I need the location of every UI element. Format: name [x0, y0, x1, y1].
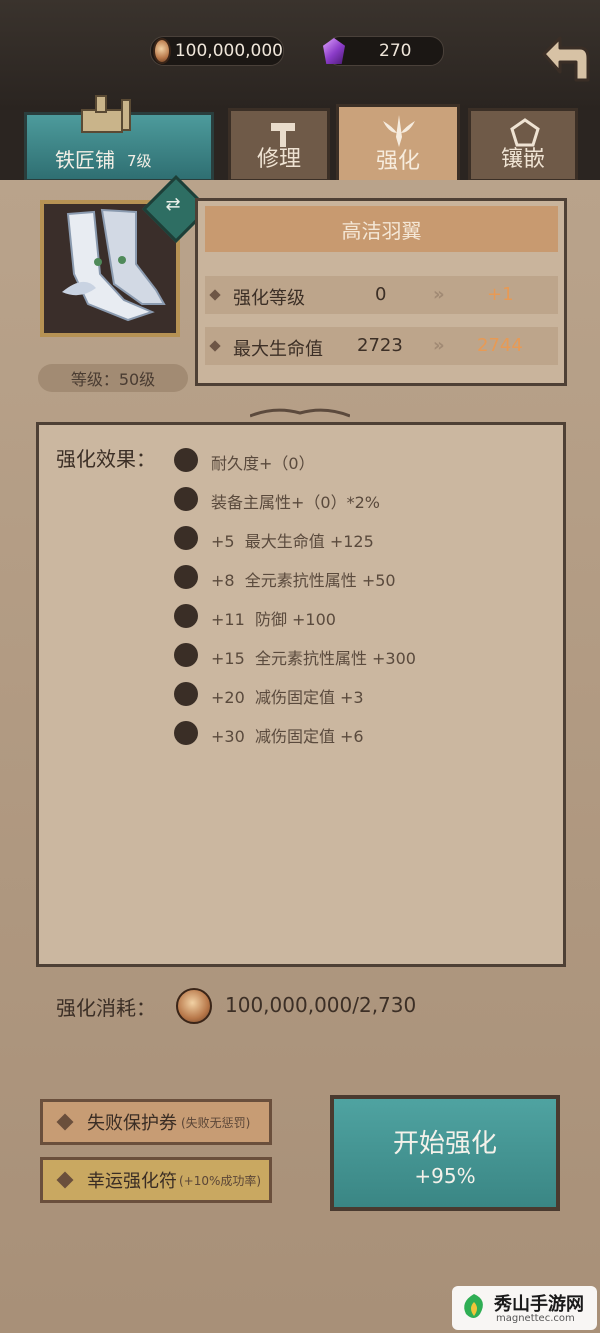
- swap-icon: ⇄: [165, 194, 181, 215]
- effect-text: 装备主属性+（0）*2%: [211, 493, 380, 512]
- item-name: 高洁羽翼: [205, 206, 558, 252]
- protection-ticket-button[interactable]: 失败保护券 (失败无惩罚): [40, 1099, 272, 1145]
- bullet-icon: [209, 289, 221, 301]
- bullet-icon: [209, 340, 221, 352]
- winged-sword-icon: [383, 115, 415, 147]
- blacksmith-title: 铁匠铺: [55, 148, 115, 172]
- ornament-divider: [249, 404, 351, 422]
- gem-socket-icon: [510, 118, 540, 147]
- diamond-icon: [56, 1171, 74, 1189]
- hammer-icon: [271, 123, 295, 147]
- tab-repair[interactable]: 修理: [228, 108, 330, 182]
- back-arrow-icon: [542, 36, 590, 82]
- cost-value: 100,000,000/2,730: [225, 993, 417, 1017]
- arrow-icon: »: [433, 335, 445, 356]
- anvil-icon: [60, 92, 150, 142]
- luck-charm-button[interactable]: 幸运强化符 (+10%成功率): [40, 1157, 272, 1203]
- effect-text: +8 全元素抗性属性 +50: [211, 571, 396, 590]
- effect-dot-icon: [174, 487, 198, 511]
- coin-icon: [176, 988, 212, 1024]
- tab-enhance[interactable]: 强化: [336, 104, 460, 184]
- stat-next: 2744: [477, 335, 523, 356]
- luck-charm-label: 幸运强化符: [87, 1171, 177, 1192]
- stat-label: 最大生命值: [233, 339, 323, 360]
- effect-text: 耐久度+（0）: [211, 454, 315, 473]
- stat-current: 0: [375, 284, 387, 305]
- coin-icon: [153, 38, 171, 64]
- effect-dot-icon: [174, 682, 198, 706]
- stat-row-enhance-level: 强化等级 0 » +1: [205, 276, 558, 314]
- effect-dot-icon: [174, 721, 198, 745]
- effect-text: +20 减伤固定值 +3: [211, 688, 364, 707]
- stat-row-max-hp: 最大生命值 2723 » 2744: [205, 327, 558, 365]
- effect-text: +5 最大生命值 +125: [211, 532, 374, 551]
- start-enhance-label: 开始强化: [392, 1129, 497, 1159]
- stat-current: 2723: [357, 335, 403, 356]
- effect-dot-icon: [174, 604, 198, 628]
- item-level: 等级：50级: [38, 364, 188, 392]
- watermark-url: magnettec.com: [496, 1313, 575, 1324]
- diamond-icon: [56, 1113, 74, 1131]
- effect-dot-icon: [174, 565, 198, 589]
- arrow-icon: »: [433, 284, 445, 305]
- effect-text: +11 防御 +100: [211, 610, 336, 629]
- coin-amount: 100,000,000: [174, 41, 283, 61]
- watermark-logo-icon: [464, 1294, 483, 1318]
- effects-title: 强化效果：: [56, 447, 156, 471]
- effect-dot-icon: [174, 526, 198, 550]
- effect-text: +30 减伤固定值 +6: [211, 727, 364, 746]
- cost-label: 强化消耗：: [56, 996, 156, 1020]
- gem-counter: 270: [323, 36, 444, 66]
- gem-amount: 270: [379, 41, 412, 61]
- tab-inlay[interactable]: 镶嵌: [468, 108, 578, 182]
- effect-dot-icon: [174, 643, 198, 667]
- luck-charm-note: (+10%成功率): [179, 1173, 262, 1188]
- success-rate: +95%: [414, 1164, 476, 1188]
- stat-label: 强化等级: [233, 288, 305, 309]
- effect-dot-icon: [174, 448, 198, 472]
- blacksmith-level: 7级: [127, 152, 152, 170]
- start-enhance-button[interactable]: 开始强化 +95%: [330, 1095, 560, 1211]
- stat-next: +1: [487, 284, 514, 305]
- back-button[interactable]: [536, 32, 594, 90]
- coin-counter: 100,000,000: [150, 36, 284, 66]
- protection-ticket-note: (失败无惩罚): [181, 1115, 251, 1130]
- effect-text: +15 全元素抗性属性 +300: [211, 649, 416, 668]
- watermark: 秀山手游网 magnettec.com: [452, 1286, 597, 1330]
- protection-ticket-label: 失败保护券: [87, 1113, 177, 1134]
